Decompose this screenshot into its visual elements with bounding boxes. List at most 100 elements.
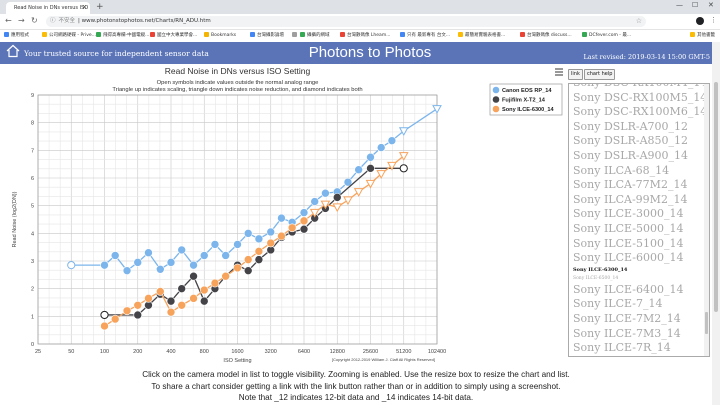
x-tick-label: 3200 (265, 349, 277, 355)
data-point (122, 306, 132, 316)
bookmark-item[interactable]: 國立中大專業學會... (150, 30, 197, 42)
y-tick-label: 4 (31, 231, 34, 237)
reload-icon[interactable]: ↻ (31, 16, 38, 25)
data-point (144, 294, 153, 303)
x-tick-label: 400 (166, 349, 175, 355)
bookmark-label: Bookmarks (211, 33, 237, 38)
forward-icon[interactable]: → (18, 16, 25, 25)
camera-list-item[interactable]: Sony ILCE-7M3_14 (569, 327, 709, 342)
bookmark-item[interactable]: DCfever.com - 最... (582, 30, 631, 42)
maximize-icon[interactable]: ☐ (692, 1, 698, 9)
link-button[interactable]: link (568, 69, 583, 80)
bookmark-label: 飛得高專欄-中國電縱... (103, 33, 150, 38)
bookmark-label: 攝攝的網域 (307, 33, 330, 38)
bookmark-item[interactable]: 台灣數碼像 discuss... (520, 30, 572, 42)
bookmark-item[interactable]: 台灣數碼像 Lheam... (340, 30, 391, 42)
minimize-icon[interactable]: — (676, 1, 683, 9)
site-header: Your trusted source for independent sens… (0, 42, 720, 64)
profile-avatar[interactable] (696, 17, 704, 25)
new-tab-icon[interactable]: + (96, 2, 104, 12)
chart-subtitle: Open symbols indicate values outside the… (157, 80, 319, 86)
camera-list-item[interactable]: Sony DSLR-A850_12 (569, 134, 709, 149)
data-point (233, 240, 242, 249)
home-icon[interactable] (6, 44, 20, 58)
camera-list-item[interactable]: Sony ILCE-6300_14 (569, 266, 709, 275)
data-point-triangle-down (432, 105, 442, 114)
page-scrollbar[interactable] (712, 42, 720, 405)
bookmark-item[interactable]: 最簡易實驗表格書... (458, 30, 505, 42)
bookmark-label: 公司網路硬碟 - Prive... (49, 33, 96, 38)
data-point (243, 255, 253, 264)
camera-list[interactable]: Sony DSC-RX100M4_14Sony DSC-RX100M5_14So… (568, 83, 710, 357)
data-point (277, 213, 286, 223)
tab-close-icon[interactable]: ✕ (82, 2, 87, 14)
data-point (210, 278, 220, 288)
bookmark-item[interactable]: 其他書籤 (690, 30, 715, 42)
camera-list-item[interactable]: Sony ILCE-3000_14 (569, 207, 709, 222)
data-point (133, 300, 143, 310)
data-point (166, 307, 176, 317)
camera-list-item[interactable]: Sony ILCE-6400_14 (569, 283, 709, 298)
bookmark-item[interactable]: 公司網路硬碟 - Prive... (42, 30, 96, 42)
camera-list-item[interactable]: Sony DSLR-A700_12 (569, 120, 709, 135)
data-point (254, 234, 264, 244)
data-point (287, 223, 297, 233)
bookmark-item[interactable]: 只有 最新專有 台文... (400, 30, 450, 42)
url-field[interactable]: ⓘ 不安全 | www.photonstophotos.net/Charts/RN_… (46, 16, 646, 27)
camera-list-item[interactable]: Sony ILCA-68_14 (569, 164, 709, 179)
bookmark-item[interactable]: 飛得高專欄-中國電縱... (96, 30, 149, 42)
camera-list-item[interactable]: Sony ILCA-99M2_14 (569, 193, 709, 208)
camera-list-item[interactable]: Sony DSC-RX100M4_14 (569, 84, 709, 91)
camera-list-item[interactable]: Sony ILCE-7RM2_14 (569, 356, 709, 357)
camera-list-item[interactable]: Sony ILCE-5000_14 (569, 222, 709, 237)
back-icon[interactable]: ← (5, 16, 12, 25)
read-noise-chart[interactable]: 25 50 100 200 400 800 1600 3200 6400 12800 25600 51… (0, 64, 566, 367)
data-point (122, 266, 132, 275)
data-point-triangle-down (365, 179, 376, 189)
bookmark-item[interactable]: 台灣攝影論壇 (250, 30, 284, 42)
y-tick-label: 7 (31, 148, 34, 154)
camera-list-item[interactable]: Sony ILCE-5100_14 (569, 237, 709, 252)
camera-list-item[interactable]: Sony ILCE-7R_14 (569, 341, 709, 356)
bookmark-favicon-icon (300, 32, 305, 37)
page-scroll-thumb[interactable] (714, 82, 718, 312)
bookmark-item[interactable] (292, 30, 299, 42)
camera-list-item[interactable]: Sony DSC-RX100M6_14 (569, 105, 709, 120)
bookmark-item[interactable]: 應用程式 (4, 30, 29, 42)
data-point (155, 287, 165, 296)
bookmark-label: 台灣攝影論壇 (257, 33, 284, 38)
site-tagline: Your trusted source for independent sens… (24, 49, 209, 58)
info-icon[interactable]: ⓘ (50, 18, 56, 24)
y-tick-label: 8 (31, 121, 34, 127)
camera-list-item[interactable]: Sony ILCE-6500_14 (569, 275, 709, 283)
bookmark-item[interactable]: 攝攝的網域 (300, 30, 330, 42)
data-point (310, 197, 320, 206)
y-tick-label: 6 (31, 176, 34, 182)
browser-menu-icon[interactable]: ⋮ (710, 16, 717, 24)
camera-list-item[interactable]: Sony DSLR-A900_14 (569, 149, 709, 164)
data-point (332, 193, 342, 202)
y-tick-label: 0 (31, 342, 34, 348)
camera-list-item[interactable]: Sony ILCE-7M2_14 (569, 312, 709, 327)
camera-list-item[interactable]: Sony ILCA-77M2_14 (569, 178, 709, 193)
camera-list-item[interactable]: Sony DSC-RX100M5_14 (569, 91, 709, 106)
browser-tab-bar: Read Noise in DNs versus ISO ✕ + — ☐ ✕ (0, 0, 720, 14)
x-tick-label: 51200 (396, 349, 411, 355)
camera-list-item[interactable]: Sony ILCE-6000_14 (569, 251, 709, 266)
data-point (100, 321, 109, 331)
browser-tab[interactable]: Read Noise in DNs versus ISO ✕ (6, 2, 90, 14)
camera-list-scroll-thumb[interactable] (705, 312, 708, 334)
data-point (299, 208, 309, 217)
camera-list-item[interactable]: Sony ILCE-7_14 (569, 297, 709, 312)
chart-help-button[interactable]: chart help (584, 69, 616, 80)
data-point-triangle-down (343, 196, 353, 206)
bookmark-favicon-icon (582, 32, 587, 37)
x-tick-label: 800 (200, 349, 209, 355)
bookmark-star-icon[interactable]: ☆ (636, 16, 642, 27)
window-close-icon[interactable]: ✕ (708, 1, 714, 9)
chart-menu-icon[interactable] (555, 68, 563, 76)
camera-list-scrollbar[interactable] (704, 84, 709, 356)
bookmark-item[interactable]: Bookmarks (204, 30, 236, 42)
bookmark-favicon-icon (250, 32, 255, 37)
note-line: Note that _12 indicates 12-bit data and … (238, 393, 474, 402)
